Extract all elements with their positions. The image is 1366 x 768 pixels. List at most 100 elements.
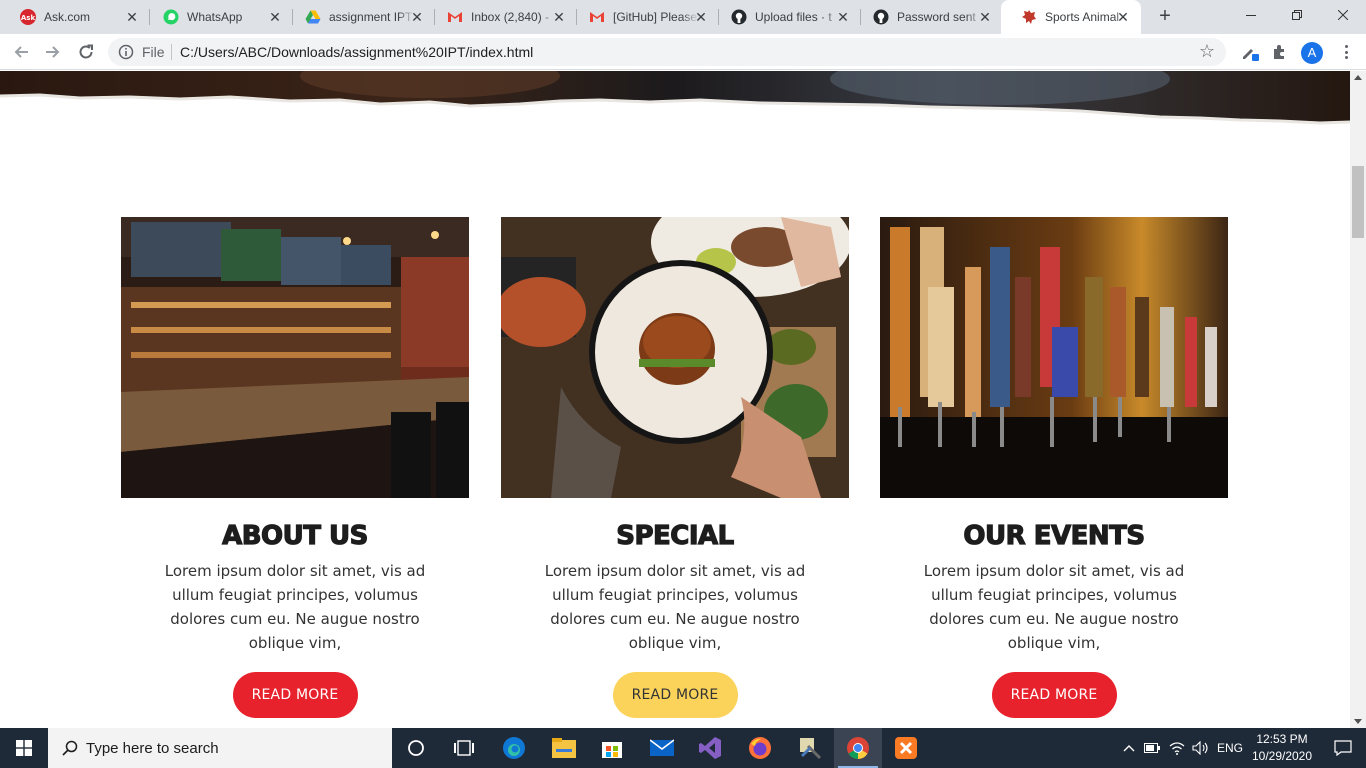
tab-strip: Ask Ask.com ✕ WhatsApp ✕ assignment IPT … [0, 0, 1366, 34]
taskbar-search[interactable]: Type here to search [48, 728, 392, 768]
tab-ask[interactable]: Ask Ask.com ✕ [0, 0, 150, 34]
arrow-right-icon [46, 46, 60, 58]
sports-animal-icon [1021, 9, 1037, 25]
volume-icon[interactable] [1190, 728, 1212, 768]
minimize-button[interactable] [1228, 0, 1274, 30]
chrome-icon[interactable] [834, 728, 882, 768]
windows-taskbar: Type here to search ENG 12:53 PM 10/29/2… [0, 728, 1366, 768]
search-placeholder: Type here to search [86, 739, 219, 757]
beer-taps-image [880, 217, 1228, 498]
battery-icon[interactable] [1142, 728, 1162, 768]
start-button[interactable] [0, 728, 48, 768]
page-scrollbar[interactable] [1350, 71, 1366, 728]
clock-date: 10/29/2020 [1251, 749, 1313, 763]
card-text: Lorem ipsum dolor sit amet, vis ad ullum… [923, 562, 1185, 652]
tab-title: assignment IPT [329, 10, 413, 24]
github-icon [873, 9, 889, 25]
xampp-icon[interactable] [882, 728, 930, 768]
menu-icon[interactable] [1338, 42, 1354, 62]
whatsapp-icon [163, 9, 179, 25]
card-title: About Us [222, 520, 369, 551]
mail-icon[interactable] [638, 728, 686, 768]
ask-icon: Ask [20, 9, 36, 25]
page-viewport: About Us Lorem ipsum dolor sit amet, vis… [0, 71, 1350, 728]
tab-upload[interactable]: Upload files · t ✕ [711, 0, 861, 34]
arrow-left-icon [14, 46, 28, 58]
read-more-button[interactable]: READ MORE [612, 672, 738, 718]
back-button[interactable] [9, 40, 33, 64]
bar-interior-image [121, 217, 469, 498]
info-icon[interactable] [118, 44, 134, 60]
close-window-button[interactable] [1320, 0, 1366, 30]
address-bar[interactable]: File C:/Users/ABC/Downloads/assignment%2… [108, 38, 1226, 66]
close-icon[interactable]: ✕ [1115, 9, 1131, 25]
file-explorer-icon[interactable] [540, 728, 588, 768]
tab-drive[interactable]: assignment IPT ✕ [285, 0, 435, 34]
bookmark-star-icon[interactable]: ☆ [1198, 42, 1216, 60]
scroll-up-icon[interactable] [1354, 75, 1362, 80]
close-icon[interactable]: ✕ [551, 9, 567, 25]
visual-studio-icon[interactable] [686, 728, 734, 768]
close-icon[interactable]: ✕ [693, 9, 709, 25]
scrollbar-thumb[interactable] [1352, 166, 1364, 238]
read-more-button[interactable]: READ MORE [232, 672, 358, 718]
burger-plate-image [501, 217, 849, 498]
tab-title: Ask.com [44, 10, 91, 24]
scroll-down-icon[interactable] [1354, 719, 1362, 724]
clock-time: 12:53 PM [1256, 732, 1308, 746]
windows-logo-icon [16, 740, 32, 756]
profile-avatar[interactable]: A [1301, 42, 1323, 64]
store-icon[interactable] [588, 728, 636, 768]
reload-button[interactable] [74, 40, 98, 64]
reload-icon [79, 44, 93, 59]
browser-toolbar: File C:/Users/ABC/Downloads/assignment%2… [0, 34, 1366, 70]
close-icon[interactable]: ✕ [409, 9, 425, 25]
divider [171, 44, 172, 60]
tab-title: [GitHub] Please [613, 10, 698, 24]
close-icon[interactable]: ✕ [977, 9, 993, 25]
our-events-card: Our Events Lorem ipsum dolor sit amet, v… [880, 217, 1228, 718]
tab-inbox[interactable]: Inbox (2,840) - ✕ [427, 0, 577, 34]
gmail-icon [589, 9, 605, 25]
tab-title: Inbox (2,840) - [471, 10, 550, 24]
tools-icon[interactable] [786, 728, 834, 768]
tab-title: Upload files · t [755, 10, 832, 24]
cortana-icon[interactable] [392, 728, 440, 768]
task-view-icon[interactable] [440, 728, 488, 768]
github-icon [731, 9, 747, 25]
edge-icon[interactable] [490, 728, 538, 768]
firefox-icon[interactable] [736, 728, 784, 768]
card-text: Lorem ipsum dolor sit amet, vis ad ullum… [164, 562, 426, 652]
restore-button[interactable] [1274, 0, 1320, 30]
tab-title: WhatsApp [187, 10, 243, 24]
clock[interactable]: 12:53 PM 10/29/2020 [1240, 731, 1324, 765]
search-icon [62, 740, 78, 756]
url-text[interactable]: C:/Users/ABC/Downloads/assignment%20IPT/… [180, 44, 533, 60]
about-us-card: About Us Lorem ipsum dolor sit amet, vis… [121, 217, 469, 718]
tab-github-mail[interactable]: [GitHub] Please ✕ [569, 0, 719, 34]
card-title: Our Events [963, 520, 1146, 551]
notification-icon[interactable] [1320, 728, 1366, 768]
chevron-up-icon[interactable] [1118, 728, 1140, 768]
card-text: Lorem ipsum dolor sit amet, vis ad ullum… [544, 562, 806, 652]
close-icon[interactable]: ✕ [124, 9, 140, 25]
tab-sports-animal[interactable]: Sports Animal ✕ [1001, 0, 1141, 34]
extensions-puzzle-icon[interactable] [1270, 42, 1290, 62]
special-card: Special Lorem ipsum dolor sit amet, vis … [501, 217, 849, 718]
card-title: Special [616, 520, 735, 551]
tab-title: Password sent [897, 10, 976, 24]
hero-image-bottom [0, 71, 1350, 131]
forward-button[interactable] [41, 40, 65, 64]
gmail-icon [447, 9, 463, 25]
close-icon[interactable]: ✕ [835, 9, 851, 25]
tab-password[interactable]: Password sent ✕ [853, 0, 1003, 34]
close-icon[interactable]: ✕ [267, 9, 283, 25]
read-more-button[interactable]: READ MORE [991, 672, 1117, 718]
extension-pen-icon[interactable] [1240, 42, 1260, 62]
scheme-label: File [142, 44, 165, 60]
wifi-icon[interactable] [1166, 728, 1188, 768]
new-tab-button[interactable]: + [1153, 5, 1177, 29]
google-drive-icon [305, 9, 321, 25]
tab-whatsapp[interactable]: WhatsApp ✕ [143, 0, 293, 34]
svg-text:Ask: Ask [21, 14, 36, 22]
